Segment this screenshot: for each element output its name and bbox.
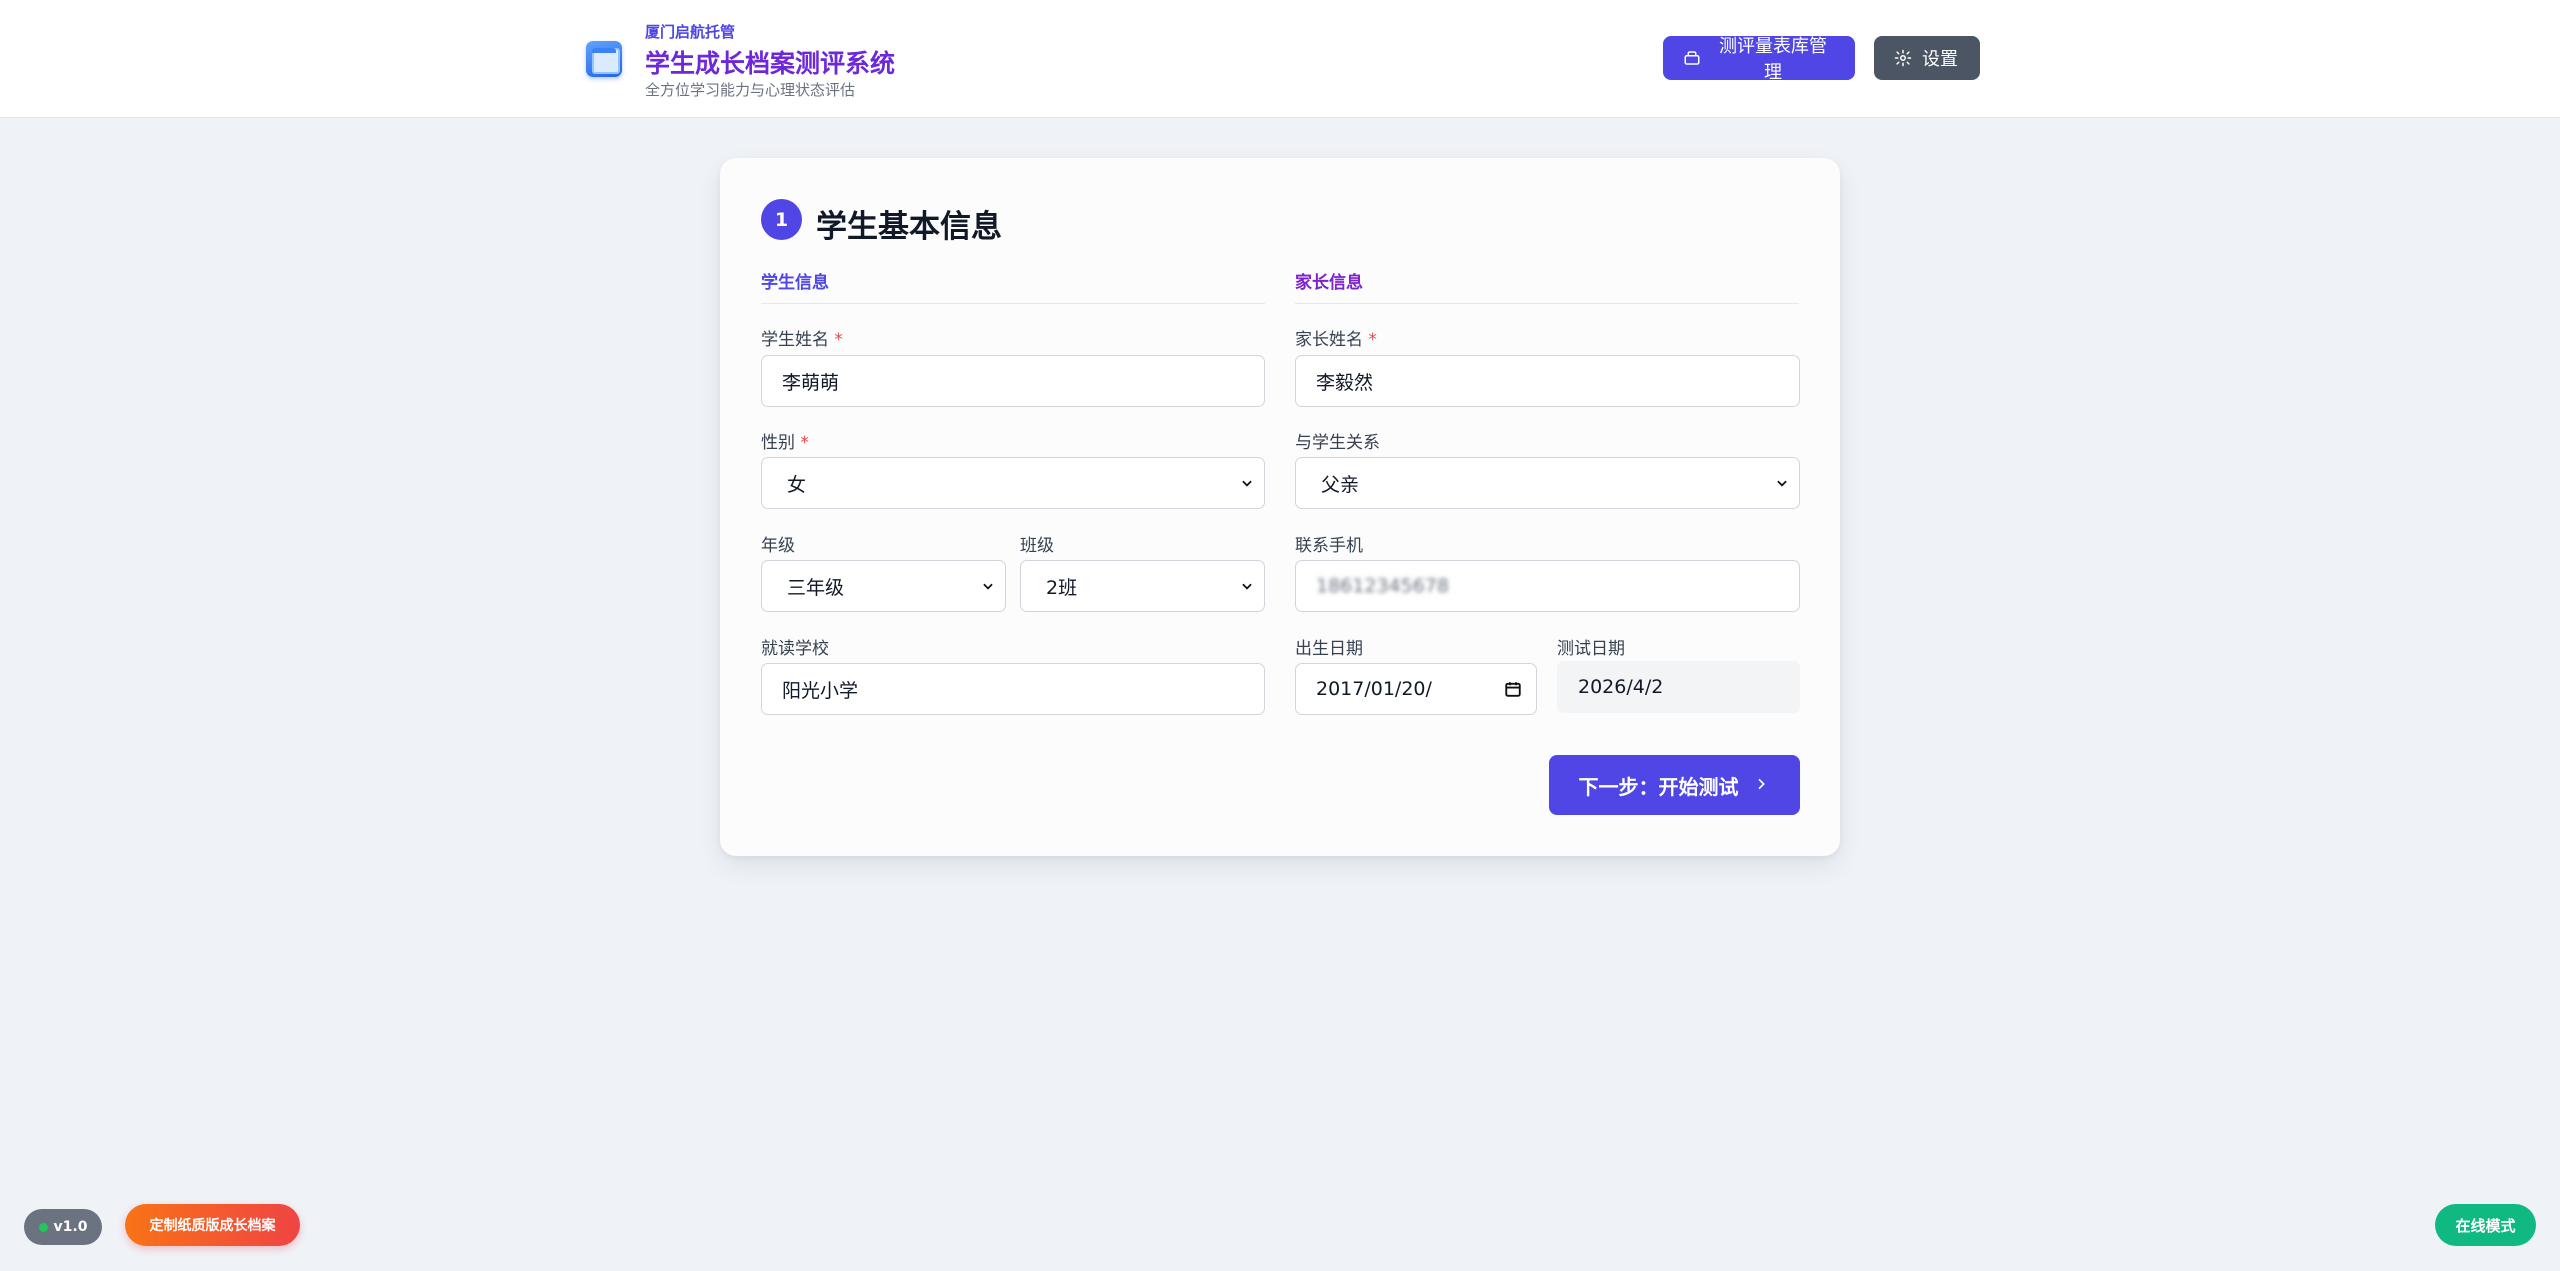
parent-section-header: 家长信息 — [1295, 268, 1799, 304]
chevron-down-icon — [1240, 476, 1254, 490]
chevron-down-icon — [1775, 476, 1789, 490]
archive-icon — [1683, 49, 1701, 67]
phone-input[interactable]: 18612345678 — [1295, 560, 1800, 612]
relation-select[interactable]: 父亲 — [1295, 457, 1800, 509]
calendar-icon[interactable] — [1504, 680, 1522, 698]
class-value: 2班 — [1046, 576, 1078, 599]
birth-date-input[interactable]: 2017/01/20/ — [1295, 663, 1537, 715]
birth-date-label: 出生日期 — [1295, 639, 1363, 659]
grade-value: 三年级 — [787, 576, 845, 599]
phone-value: 18612345678 — [1316, 575, 1449, 597]
birth-date-value: 2017/01/20/ — [1316, 678, 1432, 700]
custom-print-archive-button[interactable]: 定制纸质版成长档案 — [125, 1204, 300, 1246]
student-name-input[interactable]: 李萌萌 — [761, 355, 1265, 407]
gender-label: 性别 * — [761, 433, 809, 453]
step-number-badge: 1 — [761, 199, 802, 240]
test-date-field: 2026/4/2 — [1557, 661, 1800, 713]
student-name-label: 学生姓名 * — [761, 330, 843, 350]
phone-label: 联系手机 — [1295, 536, 1363, 556]
chevron-down-icon — [981, 579, 995, 593]
settings-label: 设置 — [1922, 49, 1958, 70]
scale-library-button[interactable]: 测评量表库管理 — [1663, 36, 1855, 83]
chevron-down-icon — [1240, 579, 1254, 593]
status-dot-icon — [38, 1222, 48, 1232]
card-title: 学生基本信息 — [816, 209, 1002, 245]
scale-library-label: 测评量表库管理 — [1719, 36, 1827, 83]
version-badge: v1.0 — [24, 1209, 102, 1245]
next-start-test-button[interactable]: 下一步：开始测试 — [1549, 755, 1800, 815]
parent-name-label: 家长姓名 * — [1295, 330, 1377, 350]
relation-value: 父亲 — [1321, 473, 1360, 496]
grade-label: 年级 — [761, 536, 795, 556]
org-name: 厦门启航托管 — [645, 23, 736, 41]
chevron-right-icon — [1753, 776, 1771, 794]
app-title: 学生成长档案测评系统 — [645, 49, 896, 78]
class-label: 班级 — [1020, 536, 1054, 556]
student-section-header: 学生信息 — [761, 268, 1265, 304]
student-info-card: 1 学生基本信息 学生信息 家长信息 学生姓名 * 李萌萌 性别 * 女 年级 … — [720, 158, 1840, 856]
app-header: 厦门启航托管 学生成长档案测评系统 全方位学习能力与心理状态评估 测评量表库管理… — [0, 0, 2560, 118]
gender-value: 女 — [787, 473, 807, 496]
class-select[interactable]: 2班 — [1020, 560, 1265, 612]
app-subtitle: 全方位学习能力与心理状态评估 — [645, 81, 856, 99]
online-mode-badge[interactable]: 在线模式 — [2435, 1204, 2536, 1246]
app-logo-icon — [586, 41, 622, 77]
version-text: v1.0 — [53, 1219, 88, 1235]
gear-icon — [1894, 49, 1912, 67]
school-label: 就读学校 — [761, 639, 829, 659]
next-button-label: 下一步：开始测试 — [1578, 774, 1739, 799]
gender-select[interactable]: 女 — [761, 457, 1265, 509]
settings-button[interactable]: 设置 — [1874, 36, 1980, 80]
test-date-label: 测试日期 — [1557, 639, 1625, 659]
school-input[interactable]: 阳光小学 — [761, 663, 1265, 715]
grade-select[interactable]: 三年级 — [761, 560, 1006, 612]
relation-label: 与学生关系 — [1295, 433, 1380, 453]
parent-name-input[interactable]: 李毅然 — [1295, 355, 1800, 407]
